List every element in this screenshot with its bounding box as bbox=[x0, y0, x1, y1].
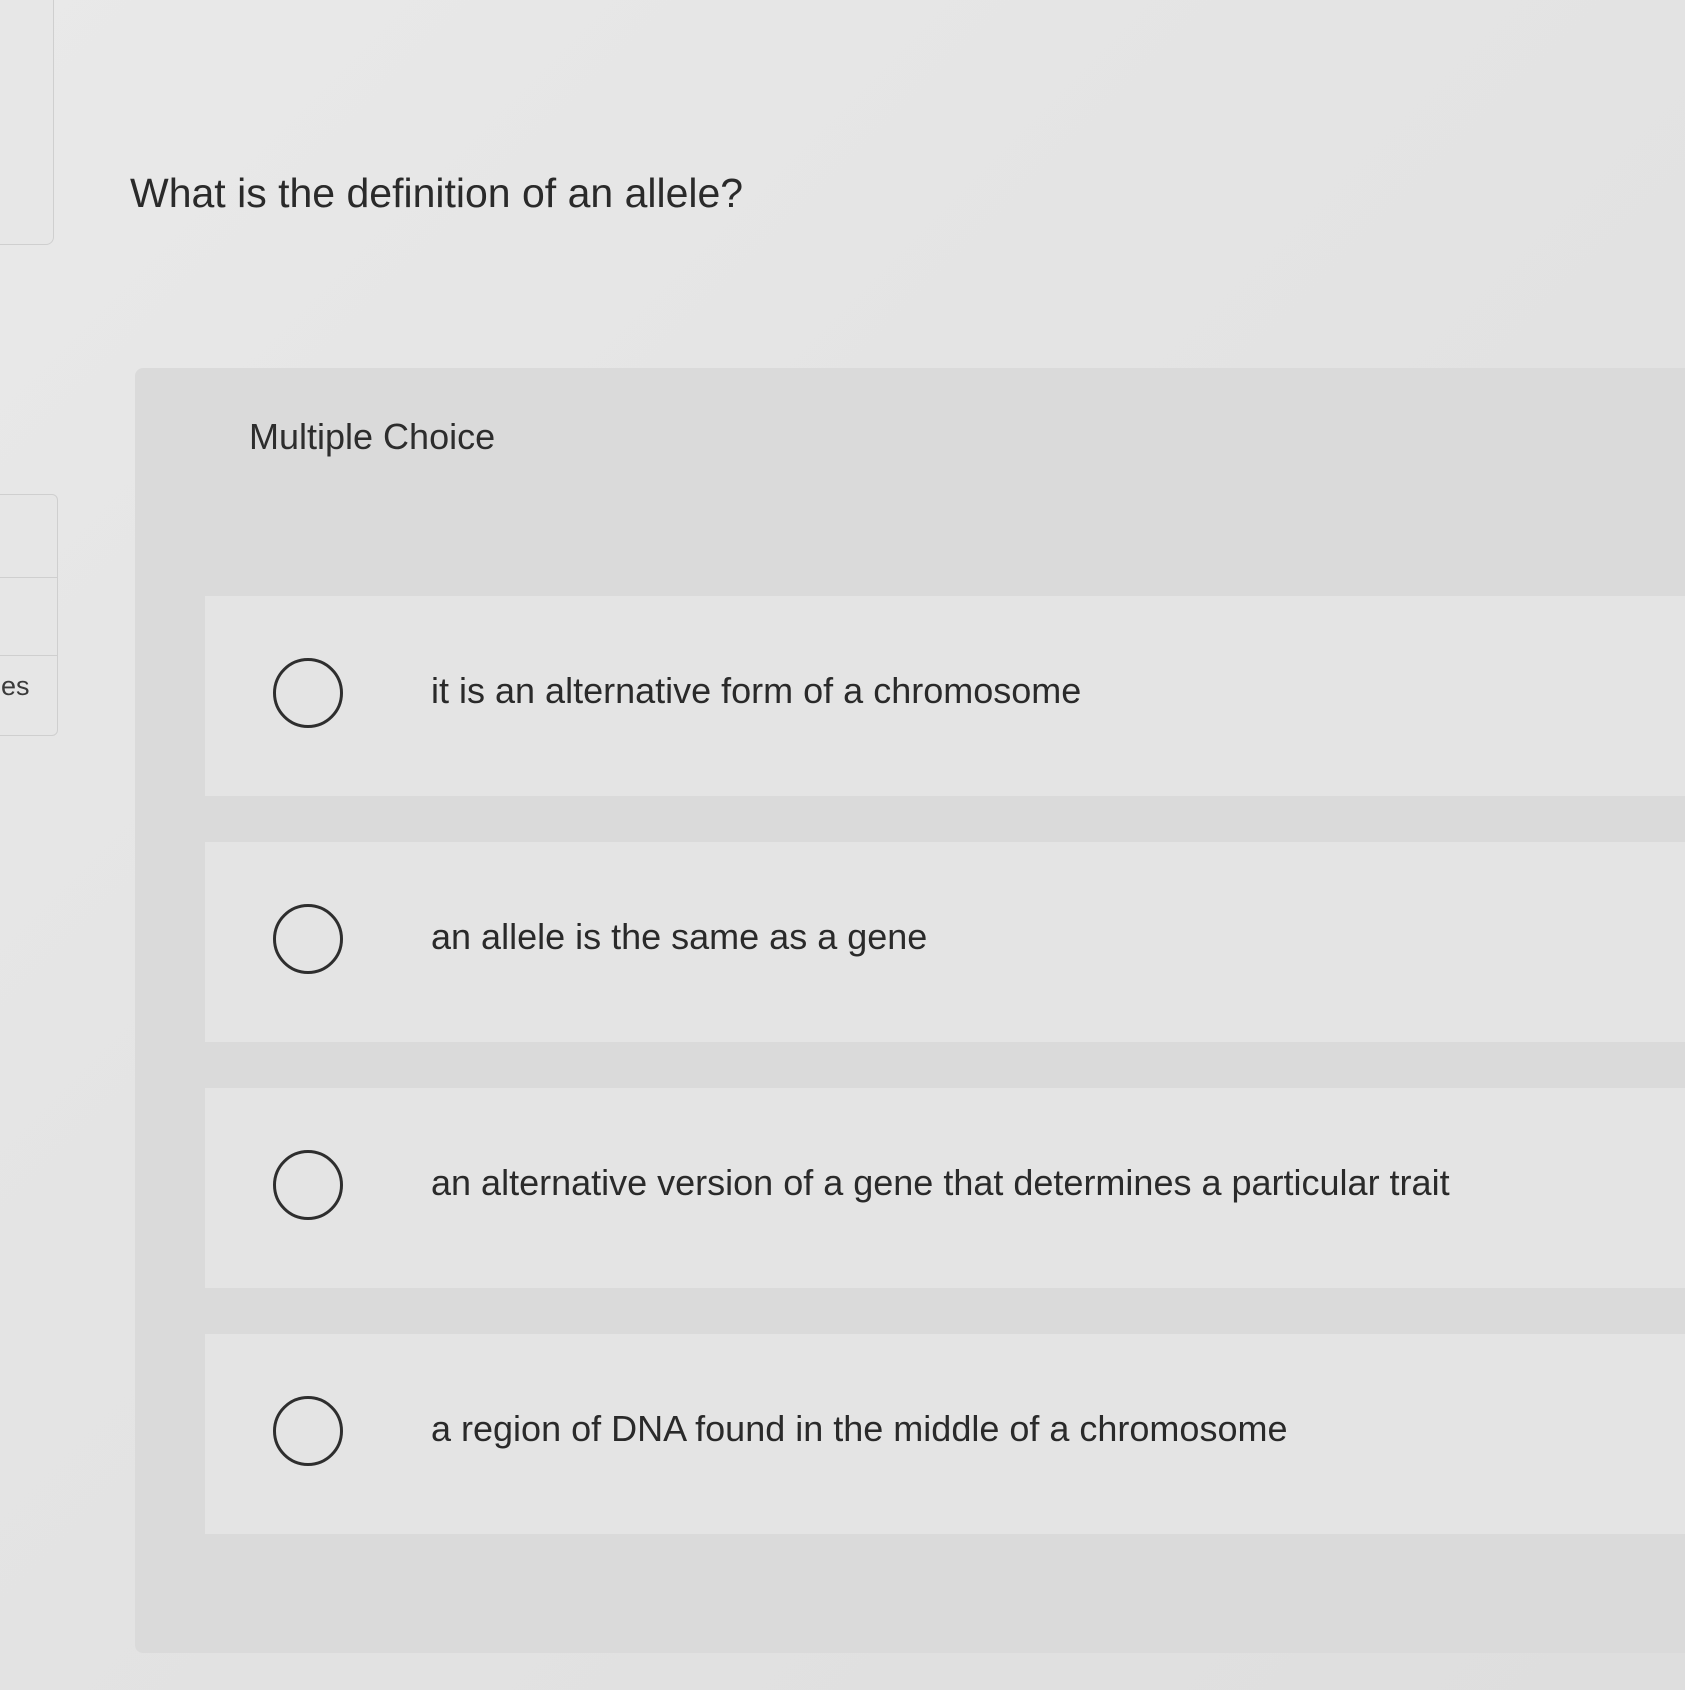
question-title: What is the definition of an allele? bbox=[130, 170, 744, 216]
answer-option-text: a region of DNA found in the middle of a… bbox=[431, 1408, 1288, 1449]
sidebar-item-label[interactable]: es bbox=[1, 671, 30, 702]
answer-option[interactable]: it is an alternative form of a chromosom… bbox=[205, 596, 1685, 796]
answer-option-text: it is an alternative form of a chromosom… bbox=[431, 670, 1082, 711]
sidebar-divider bbox=[0, 577, 57, 578]
radio-button[interactable] bbox=[273, 1150, 343, 1220]
sidebar-card bbox=[0, 0, 54, 245]
answer-option[interactable]: a region of DNA found in the middle of a… bbox=[205, 1334, 1685, 1534]
answer-option[interactable]: an allele is the same as a gene bbox=[205, 842, 1685, 1042]
radio-button[interactable] bbox=[273, 1396, 343, 1466]
multiple-choice-panel: Multiple Choice it is an alternative for… bbox=[135, 368, 1685, 1653]
sidebar-nav: es bbox=[0, 494, 58, 736]
sidebar-divider bbox=[0, 655, 57, 656]
radio-button[interactable] bbox=[273, 904, 343, 974]
multiple-choice-label: Multiple Choice bbox=[249, 416, 496, 457]
answer-option[interactable]: an alternative version of a gene that de… bbox=[205, 1088, 1685, 1288]
answer-option-text: an alternative version of a gene that de… bbox=[431, 1162, 1450, 1203]
answer-option-text: an allele is the same as a gene bbox=[431, 916, 928, 957]
radio-button[interactable] bbox=[273, 658, 343, 728]
